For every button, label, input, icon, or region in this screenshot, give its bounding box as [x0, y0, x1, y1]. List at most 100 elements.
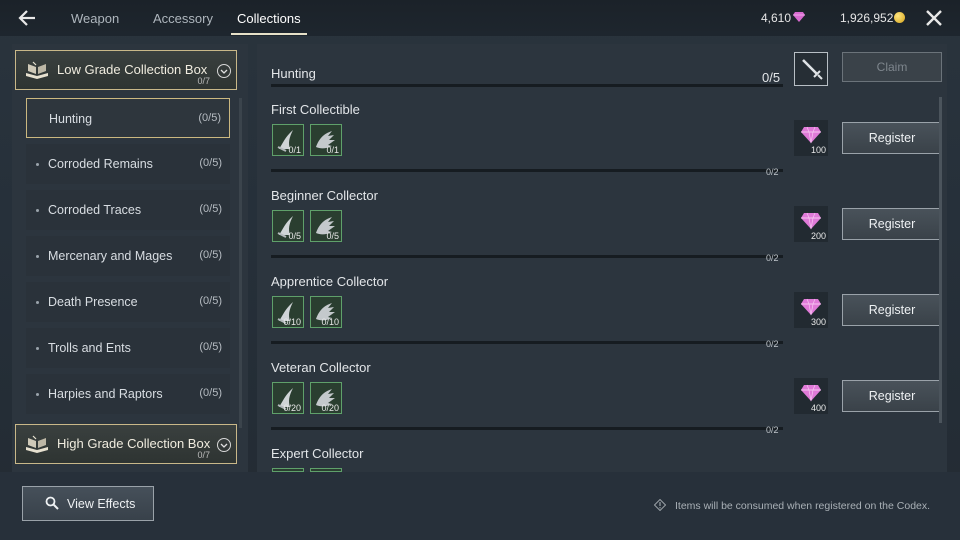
collection-sidebar: Low Grade Collection Box 0/7 Hunting (0/… [12, 44, 248, 472]
gem-icon [801, 384, 821, 402]
high-grade-box-header[interactable]: High Grade Collection Box 0/7 [15, 424, 237, 464]
sidebar-item-label: Trolls and Ents [48, 341, 131, 355]
info-diamond-icon [654, 499, 666, 511]
bullet-icon [36, 255, 39, 258]
gem-icon [801, 212, 821, 230]
bullet-icon [36, 347, 39, 350]
gem-count: 4,610 [761, 11, 792, 25]
tab-accessory[interactable]: Accessory [153, 11, 213, 26]
sidebar-item-count: (0/5) [199, 203, 222, 215]
collection-progress-bar [271, 427, 783, 430]
search-icon [45, 496, 59, 510]
collection-item-slot[interactable]: 0/1 [310, 124, 342, 156]
collection-progress-text: 0/2 [766, 425, 779, 435]
gem-reward: 200 [794, 206, 828, 242]
collection-title: First Collectible [271, 102, 360, 117]
sidebar-item-label: Corroded Traces [48, 203, 142, 217]
collection-title: Beginner Collector [271, 188, 378, 203]
collection-title: Apprentice Collector [271, 274, 389, 289]
sidebar-item-hunting[interactable]: Hunting (0/5) [26, 98, 230, 138]
box-title: High Grade Collection Box [57, 436, 211, 451]
register-notice: Items will be consumed when registered o… [675, 500, 931, 512]
box-title: Low Grade Collection Box [57, 62, 208, 77]
chevron-down-icon[interactable] [217, 438, 231, 452]
sidebar-item-corroded-traces[interactable]: Corroded Traces (0/5) [26, 190, 230, 230]
chevron-down-icon[interactable] [217, 64, 231, 78]
reward-amount: 100 [810, 145, 826, 155]
collection-progress-text: 0/2 [766, 167, 779, 177]
gem-icon [801, 298, 821, 316]
view-effects-label: View Effects [67, 497, 136, 511]
reward-amount: 200 [810, 231, 826, 241]
bullet-icon [36, 301, 39, 304]
collection-item-slot[interactable]: 0/1 [272, 124, 304, 156]
box-count: 0/7 [197, 76, 210, 86]
gem-icon [801, 126, 821, 144]
item-quantity: 0/5 [288, 231, 301, 241]
sidebar-item-trolls-and-ents[interactable]: Trolls and Ents (0/5) [26, 328, 230, 368]
view-effects-button[interactable]: View Effects [22, 486, 154, 521]
item-quantity: 0/1 [326, 145, 339, 155]
collection-item-slot[interactable]: 0/10 [310, 296, 342, 328]
collection-title: Veteran Collector [271, 360, 371, 375]
item-quantity: 0/20 [283, 403, 301, 413]
collection-item-slot[interactable]: 0/20 [310, 382, 342, 414]
sidebar-item-count: (0/5) [199, 157, 222, 169]
claim-button[interactable]: Claim [842, 52, 942, 82]
gem-reward: 300 [794, 292, 828, 328]
collection-progress-bar [271, 169, 783, 172]
low-grade-box-header[interactable]: Low Grade Collection Box 0/7 [15, 50, 237, 90]
gold-coin-icon [894, 12, 905, 23]
sidebar-item-label: Harpies and Raptors [48, 387, 163, 401]
bullet-icon [36, 393, 39, 396]
close-icon[interactable] [924, 8, 944, 28]
sidebar-item-corroded-remains[interactable]: Corroded Remains (0/5) [26, 144, 230, 184]
collection-item-slot[interactable]: 0/20 [272, 382, 304, 414]
open-book-icon [26, 61, 48, 79]
sidebar-item-label: Corroded Remains [48, 157, 153, 171]
collection-item-slot[interactable]: 0/5 [272, 210, 304, 242]
item-quantity: 0/5 [326, 231, 339, 241]
top-bar [0, 0, 960, 36]
sidebar-item-harpies-and-raptors[interactable]: Harpies and Raptors (0/5) [26, 374, 230, 414]
reward-amount: 300 [810, 317, 826, 327]
item-quantity: 0/10 [283, 317, 301, 327]
register-button[interactable]: Register [842, 122, 942, 154]
sidebar-item-count: (0/5) [199, 341, 222, 353]
sword-icon[interactable] [794, 52, 828, 86]
collection-item-slot[interactable]: 0/10 [272, 296, 304, 328]
section-count: 0/5 [762, 70, 781, 85]
item-quantity: 0/20 [321, 403, 339, 413]
sidebar-item-count: (0/5) [198, 112, 221, 124]
tab-collections[interactable]: Collections [237, 11, 301, 26]
sidebar-item-label: Hunting [49, 112, 93, 126]
sidebar-scrollbar[interactable] [239, 98, 242, 428]
active-tab-indicator [231, 33, 307, 35]
back-arrow-icon[interactable] [16, 8, 38, 28]
bullet-icon [36, 163, 39, 166]
gold-count: 1,926,952 [840, 11, 894, 25]
sidebar-item-label: Mercenary and Mages [48, 249, 173, 263]
collection-progress-bar [271, 255, 783, 258]
sidebar-item-count: (0/5) [199, 295, 222, 307]
gem-reward: 100 [794, 120, 828, 156]
sidebar-item-death-presence[interactable]: Death Presence (0/5) [26, 282, 230, 322]
list-scrollbar[interactable] [939, 97, 942, 423]
sidebar-item-mercenary-and-mages[interactable]: Mercenary and Mages (0/5) [26, 236, 230, 276]
section-progress-bar [271, 84, 783, 87]
sidebar-item-count: (0/5) [199, 249, 222, 261]
gem-icon [793, 12, 805, 22]
open-book-icon [26, 435, 48, 453]
sidebar-item-count: (0/5) [199, 387, 222, 399]
item-quantity: 0/10 [321, 317, 339, 327]
item-quantity: 0/1 [288, 145, 301, 155]
register-button[interactable]: Register [842, 380, 942, 412]
bullet-icon [36, 209, 39, 212]
register-button[interactable]: Register [842, 208, 942, 240]
collection-item-slot[interactable]: 0/5 [310, 210, 342, 242]
tab-weapon[interactable]: Weapon [71, 11, 119, 26]
collection-progress-text: 0/2 [766, 339, 779, 349]
gem-reward: 400 [794, 378, 828, 414]
register-button[interactable]: Register [842, 294, 942, 326]
collection-title: Expert Collector [271, 446, 364, 461]
